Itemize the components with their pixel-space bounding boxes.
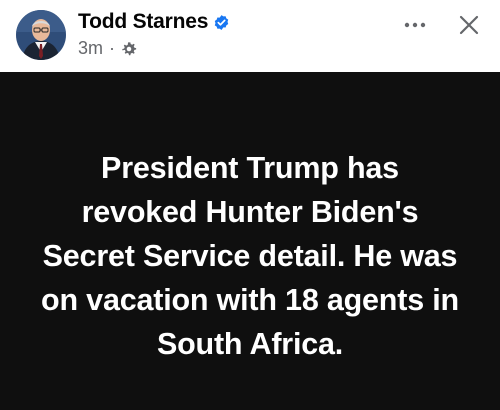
author-name[interactable]: Todd Starnes [78,10,208,34]
author-row: Todd Starnes [78,10,230,34]
gear-icon[interactable] [121,41,137,57]
close-button[interactable] [452,8,486,42]
verified-badge-icon [213,14,230,31]
avatar-image [16,10,66,60]
post-meta: 3m · [78,38,137,59]
more-dots-icon [404,22,426,28]
close-icon [459,15,479,35]
post-text: President Trump has revoked Hunter Biden… [41,151,459,361]
post-timestamp[interactable]: 3m [78,38,103,59]
meta-separator: · [109,38,116,58]
author-avatar[interactable] [16,10,66,60]
more-options-button[interactable] [398,8,432,42]
post-text-card: President Trump has revoked Hunter Biden… [0,72,500,410]
post-header: Todd Starnes 3m · [0,0,500,72]
